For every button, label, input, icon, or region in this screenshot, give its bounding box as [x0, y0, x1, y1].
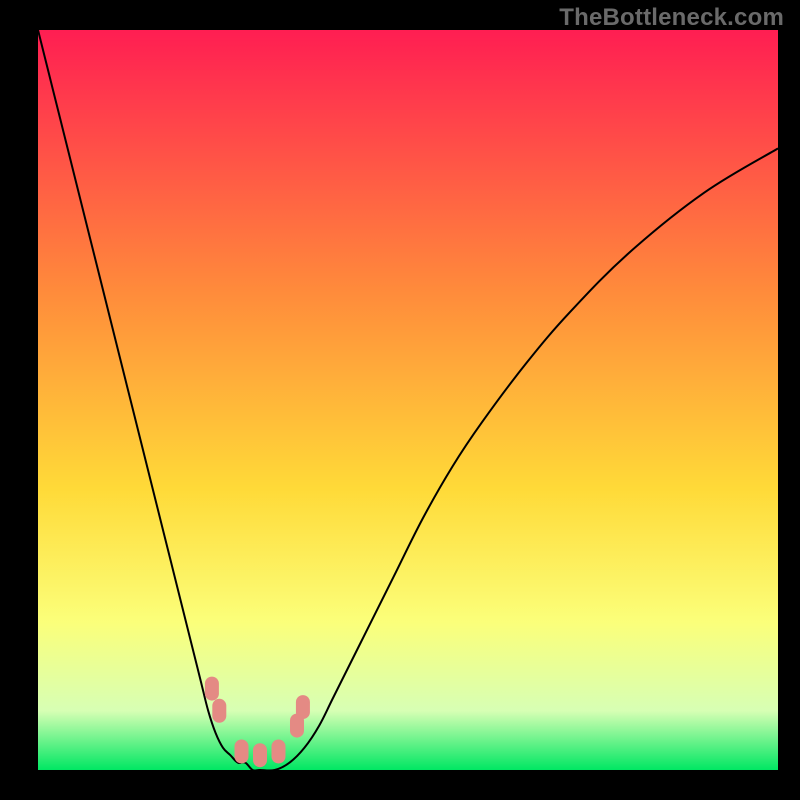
- gradient-background: [38, 30, 778, 770]
- marker-left-lower: [212, 699, 226, 723]
- marker-bottom-1: [235, 740, 249, 764]
- marker-bottom-3: [272, 740, 286, 764]
- marker-bottom-2: [253, 743, 267, 767]
- marker-right-upper: [296, 695, 310, 719]
- chart-frame: TheBottleneck.com: [0, 0, 800, 800]
- marker-left-upper: [205, 677, 219, 701]
- watermark-text: TheBottleneck.com: [559, 4, 784, 32]
- chart-svg: [38, 30, 778, 770]
- plot-area: [38, 30, 778, 770]
